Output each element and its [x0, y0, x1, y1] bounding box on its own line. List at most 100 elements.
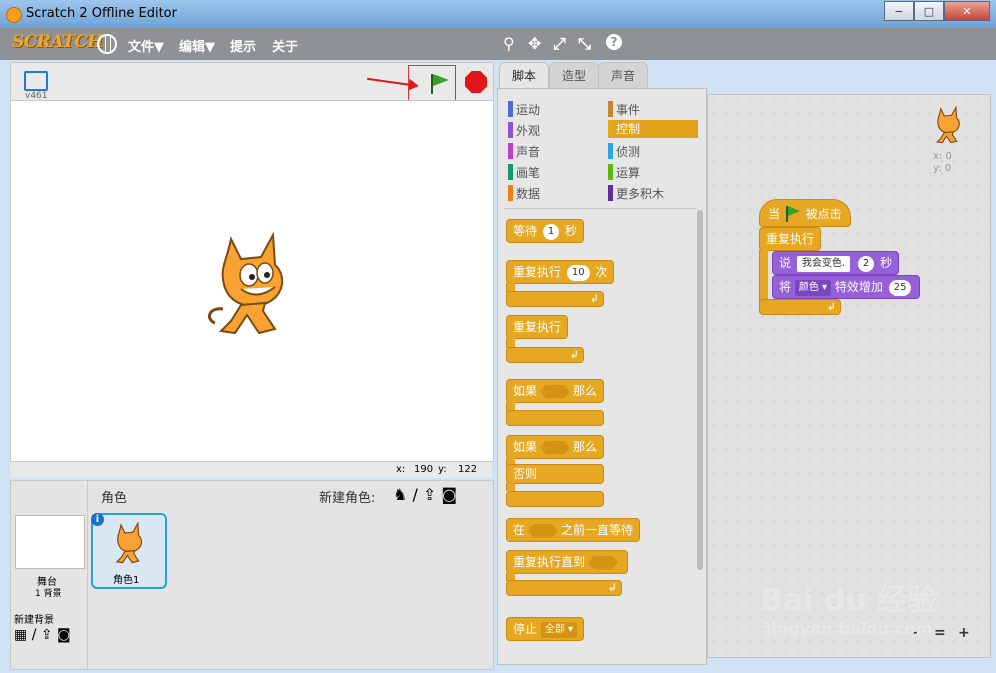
- block-repeat-until[interactable]: 重复执行直到: [506, 550, 629, 574]
- stop-icon[interactable]: [465, 71, 487, 93]
- new-backdrop-tools: ▦ / ⇪ ◙: [14, 627, 71, 643]
- block-forever-bottom: ↲: [506, 347, 584, 363]
- menu-edit[interactable]: 编辑▼: [179, 36, 215, 55]
- sprite-x: x: 0: [933, 151, 952, 162]
- tab-sounds[interactable]: 声音: [598, 62, 648, 89]
- block-repeat-bottom: ↲: [506, 291, 604, 307]
- image-icon[interactable]: ▦: [14, 627, 27, 643]
- close-button[interactable]: ✕: [944, 1, 990, 21]
- sprite-card[interactable]: i 角色1: [91, 513, 167, 589]
- baidu-watermark: Bai du 经验 jingyan.baidu.com: [760, 575, 937, 638]
- watermark-url: jingyan.baidu.com: [766, 619, 933, 638]
- stamp-icon[interactable]: ⚲: [503, 34, 515, 53]
- block-condition-slot[interactable]: [588, 555, 619, 570]
- block-forever[interactable]: 重复执行: [759, 227, 822, 251]
- window-controls: − □ ✕: [884, 1, 990, 21]
- block-label: 秒: [565, 224, 578, 238]
- block-else-arm: [506, 483, 515, 491]
- palette-scrollbar[interactable]: [697, 210, 703, 570]
- cat-sprite[interactable]: [201, 229, 301, 339]
- category-pen[interactable]: 画笔: [508, 164, 540, 181]
- new-sprite-tools: ♞ / ⇪ ◙: [393, 485, 457, 504]
- block-condition-slot[interactable]: [540, 440, 571, 455]
- upload-icon[interactable]: ⇪: [41, 627, 53, 643]
- menu-tips[interactable]: 提示: [230, 36, 256, 55]
- block-wait[interactable]: 等待 1 秒: [506, 219, 585, 243]
- category-more-blocks[interactable]: 更多积木: [608, 185, 664, 202]
- block-wait-until[interactable]: 在 之前一直等待: [506, 518, 641, 542]
- app-icon: [6, 7, 22, 23]
- stage-backdrop-count: 1 背景: [35, 589, 62, 599]
- info-icon[interactable]: i: [91, 513, 104, 526]
- help-icon[interactable]: ?: [606, 34, 622, 50]
- block-forever-arm: [759, 250, 768, 302]
- paint-icon[interactable]: /: [412, 485, 417, 504]
- block-dropdown[interactable]: 全部 ▾: [540, 621, 578, 638]
- block-label: 等待: [513, 224, 538, 238]
- category-motion[interactable]: 运动: [508, 101, 540, 118]
- stage-column: 舞台 1 背景 新建背景 ▦ / ⇪ ◙: [11, 481, 88, 669]
- camera-icon[interactable]: ◙: [441, 485, 457, 504]
- maximize-button[interactable]: □: [914, 1, 944, 21]
- block-condition-slot[interactable]: [540, 384, 571, 399]
- category-looks[interactable]: 外观: [508, 122, 540, 139]
- stage-canvas[interactable]: [10, 100, 494, 462]
- tab-scripts[interactable]: 脚本: [499, 62, 549, 89]
- y-label: y:: [438, 464, 447, 475]
- block-change-effect[interactable]: 将 颜色 ▾ 特效增加 25: [772, 275, 921, 299]
- block-dropdown[interactable]: 颜色 ▾: [794, 279, 832, 296]
- block-text-input[interactable]: 我会变色.: [796, 255, 851, 272]
- fullscreen-icon[interactable]: [24, 71, 48, 91]
- scripts-area[interactable]: x: 0 y: 0 当 被点击 重复执行 说 我会变色. 2 秒 将 颜色 ▾ …: [707, 94, 991, 658]
- block-label: 否则: [513, 467, 538, 481]
- stage-thumbnail[interactable]: [15, 515, 85, 569]
- block-label: 停止: [513, 622, 538, 636]
- minimize-button[interactable]: −: [884, 1, 914, 21]
- sprite-y: y: 0: [933, 163, 952, 174]
- block-repeat[interactable]: 重复执行 10 次: [506, 260, 615, 284]
- library-icon[interactable]: ♞: [393, 485, 407, 504]
- block-input[interactable]: 1: [542, 223, 560, 240]
- block-stop[interactable]: 停止 全部 ▾: [506, 617, 585, 641]
- block-input[interactable]: 25: [888, 279, 912, 296]
- block-condition-slot[interactable]: [528, 523, 559, 538]
- block-label: 如果: [513, 384, 538, 398]
- camera-icon[interactable]: ◙: [57, 627, 71, 643]
- cut-icon[interactable]: ✥: [528, 34, 541, 53]
- upload-icon[interactable]: ⇪: [423, 485, 436, 504]
- block-input[interactable]: 10: [566, 264, 590, 281]
- shrink-icon[interactable]: ⤡: [578, 34, 591, 54]
- category-events[interactable]: 事件: [608, 101, 640, 118]
- block-label: 重复执行: [513, 265, 562, 279]
- block-label: 重复执行: [513, 320, 562, 334]
- menu-file[interactable]: 文件▼: [128, 36, 164, 55]
- block-label: 如果: [513, 440, 538, 454]
- category-control[interactable]: 控制: [608, 120, 698, 138]
- x-value: 190: [414, 464, 434, 475]
- category-operators[interactable]: 运算: [608, 164, 640, 181]
- category-data[interactable]: 数据: [508, 185, 540, 202]
- block-when-flag-clicked[interactable]: 当 被点击: [759, 199, 851, 227]
- grow-icon[interactable]: ⤢: [553, 34, 566, 54]
- green-flag-icon[interactable]: [431, 74, 449, 94]
- block-label: 秒: [880, 256, 893, 270]
- globe-icon[interactable]: [97, 34, 117, 54]
- tab-costumes[interactable]: 造型: [549, 62, 599, 89]
- block-input[interactable]: 2: [857, 255, 875, 272]
- block-label: 被点击: [805, 207, 842, 221]
- paint-icon[interactable]: /: [32, 627, 37, 643]
- block-if-else[interactable]: 如果 那么: [506, 435, 605, 459]
- block-if-else-bottom: [506, 491, 604, 507]
- category-sound[interactable]: 声音: [508, 143, 540, 160]
- block-label: 当: [768, 207, 781, 221]
- block-say-for-secs[interactable]: 说 我会变色. 2 秒: [772, 251, 900, 275]
- block-if[interactable]: 如果 那么: [506, 379, 605, 403]
- menu-about[interactable]: 关于: [272, 36, 298, 55]
- cat-thumbnail: [115, 521, 143, 564]
- watermark-brand: Bai du 经验: [760, 583, 938, 618]
- block-forever[interactable]: 重复执行: [506, 315, 569, 339]
- title-bar: Scratch 2 Offline Editor − □ ✕: [0, 0, 996, 29]
- scratch-logo[interactable]: SCRATCH: [12, 32, 103, 52]
- category-sensing[interactable]: 侦测: [608, 143, 640, 160]
- zoom-in-icon[interactable]: +: [958, 625, 970, 641]
